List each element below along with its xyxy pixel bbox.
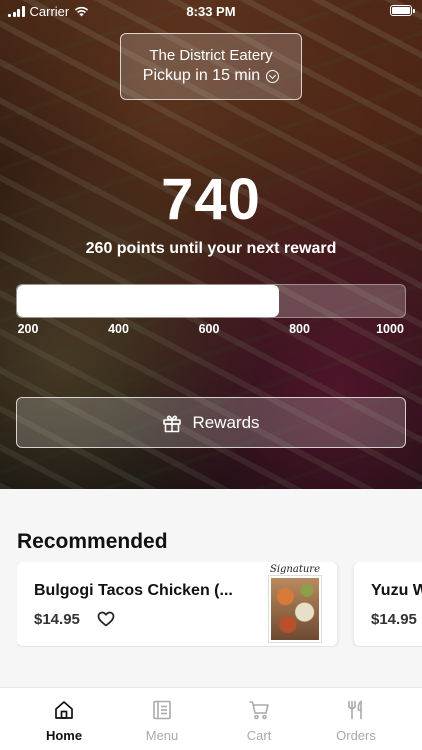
status-bar: Carrier 8:33 PM — [0, 0, 422, 22]
gift-icon — [163, 414, 182, 432]
heart-icon[interactable] — [97, 611, 115, 627]
pickup-time: Pickup in 15 min — [142, 67, 261, 84]
orders-icon — [348, 700, 362, 720]
location-selector-button[interactable]: The District Eatery Pickup in 15 min — [120, 33, 302, 100]
progress-tick-label: 800 — [289, 322, 310, 336]
recommended-item-card[interactable]: Bulgogi Tacos Chicken (... $14.95 Signat… — [17, 562, 337, 646]
progress-tick-label: 400 — [108, 322, 129, 336]
status-time: 8:33 PM — [186, 4, 236, 19]
tab-label: Home — [45, 728, 83, 743]
tab-bar: Home Menu Cart Orders — [0, 687, 422, 750]
tacos-photo — [269, 576, 321, 642]
restaurant-name: The District Eatery — [149, 47, 273, 64]
home-icon — [55, 701, 73, 719]
battery-icon — [390, 5, 415, 16]
thumb-caption: Signature — [269, 564, 320, 575]
tab-home[interactable]: Home — [16, 688, 112, 750]
item-price: $14.95 — [34, 611, 80, 628]
cart-icon — [249, 701, 269, 720]
chevron-down-icon — [266, 69, 280, 83]
rewards-label: Rewards — [192, 412, 260, 432]
tab-label: Cart — [246, 728, 272, 743]
menu-icon — [153, 700, 171, 720]
progress-ticks: 200 400 600 800 1000 — [0, 322, 422, 338]
tab-menu[interactable]: Menu — [114, 688, 210, 750]
rewards-button[interactable]: Rewards — [16, 397, 406, 448]
recommended-carousel[interactable]: Bulgogi Tacos Chicken (... $14.95 Signat… — [17, 562, 422, 647]
item-price: $14.95 — [371, 611, 417, 628]
tab-label: Menu — [145, 728, 179, 743]
points-balance: 740 — [161, 167, 261, 232]
recommended-heading: Recommended — [17, 530, 168, 553]
progress-tick-label: 600 — [198, 322, 220, 336]
reward-progress-bar — [16, 284, 406, 318]
progress-tick-label: 1000 — [376, 322, 404, 336]
item-name: Bulgogi Tacos Chicken (... — [34, 582, 233, 599]
progress-tick-label: 200 — [17, 322, 39, 336]
item-image: Signature — [253, 562, 337, 646]
points-until-reward: 260 points until your next reward — [85, 240, 337, 257]
tab-cart[interactable]: Cart — [211, 688, 307, 750]
tab-orders[interactable]: Orders — [308, 688, 404, 750]
recommended-item-card[interactable]: Yuzu W $14.95 — [354, 562, 422, 646]
reward-progress-fill — [17, 285, 279, 317]
item-name: Yuzu W — [371, 582, 422, 599]
tab-label: Orders — [336, 728, 376, 743]
